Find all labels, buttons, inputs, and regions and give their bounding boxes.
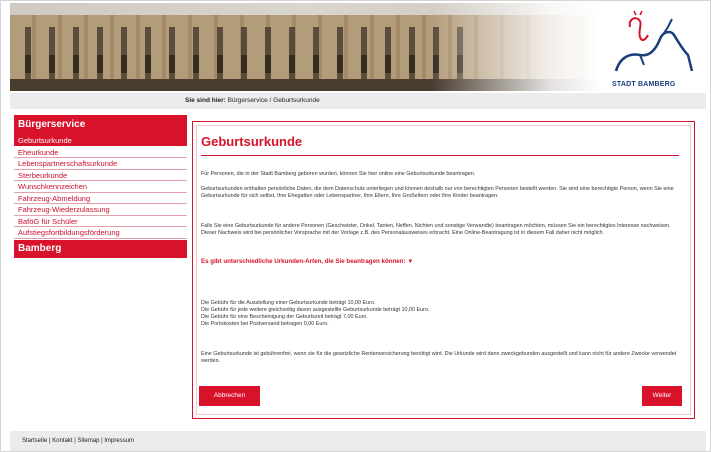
main-content-panel: Geburtsurkunde Für Personen, die in der … bbox=[192, 121, 695, 419]
footer-links[interactable]: Startseite | Kontakt | Sitemap | Impress… bbox=[10, 431, 706, 451]
sidebar-item-eheurkunde[interactable]: Eheurkunde bbox=[14, 146, 187, 158]
content-inner-border bbox=[196, 125, 691, 415]
bamberg-rider-icon bbox=[614, 10, 694, 72]
sidebar-item-aufstiegsfortbildung[interactable]: Aufstiegsfortbildungsförderung bbox=[14, 227, 187, 239]
page-frame: STADT BAMBERG Sie sind hier: Bürgerservi… bbox=[0, 0, 711, 452]
sidebar-item-geburtsurkunde[interactable]: Geburtsurkunde bbox=[14, 135, 187, 147]
breadcrumb: Sie sind hier: Bürgerservice / Geburtsur… bbox=[10, 93, 706, 109]
title-divider bbox=[201, 155, 679, 156]
sidebar-item-sterbeurkunde[interactable]: Sterbeurkunde bbox=[14, 169, 187, 181]
intro-paragraph: Für Personen, die in der Stadt Bamberg g… bbox=[201, 171, 476, 177]
stadt-bamberg-logo[interactable]: STADT BAMBERG bbox=[602, 3, 706, 91]
sidebar-nav: Bürgerservice Geburtsurkunde Eheurkunde … bbox=[14, 115, 187, 258]
sidebar-item-lebenspartnerschaftsurkunde[interactable]: Lebenspartnerschaftsurkunde bbox=[14, 158, 187, 170]
certificate-types-toggle[interactable]: Es gibt unterschiedliche Urkunden-Arten,… bbox=[201, 258, 413, 265]
sidebar-item-bamberg[interactable]: Bamberg bbox=[14, 239, 187, 258]
header-banner-image bbox=[10, 3, 602, 91]
fee-exemption-paragraph: Eine Geburtsurkunde ist gebührenfrei, we… bbox=[201, 351, 677, 364]
fee-line: Die Portokosten bei Postversand betragen… bbox=[201, 321, 329, 327]
fee-line: Die Gebühr für eine Bescheinigung der Ge… bbox=[201, 314, 368, 320]
fee-line: Die Gebühr für die Ausstellung einer Geb… bbox=[201, 300, 376, 306]
page-title: Geburtsurkunde bbox=[201, 134, 303, 149]
sidebar-item-wunschkennzeichen[interactable]: Wunschkennzeichen bbox=[14, 181, 187, 193]
sidebar-item-fahrzeug-abmeldung[interactable]: Fahrzeug-Abmeldung bbox=[14, 192, 187, 204]
logo-text: STADT BAMBERG bbox=[612, 81, 676, 88]
eligibility-paragraph: Geburtsurkunden enthalten persönliche Da… bbox=[201, 186, 674, 199]
fee-line: Die Gebühr für jede weitere gleichzeitig… bbox=[201, 307, 430, 313]
sidebar-item-fahrzeug-wiederzulassung[interactable]: Fahrzeug-Wiederzulassung bbox=[14, 204, 187, 216]
other-persons-paragraph: Falls Sie eine Geburtsurkunde für andere… bbox=[201, 223, 671, 236]
breadcrumb-label: Sie sind hier: bbox=[185, 97, 226, 104]
next-button[interactable]: Weiter bbox=[642, 386, 682, 406]
sidebar-header-buergerservice[interactable]: Bürgerservice bbox=[14, 115, 187, 135]
sidebar-item-bafoeg[interactable]: BaföG für Schüler bbox=[14, 215, 187, 227]
fees-list: Die Gebühr für die Ausstellung einer Geb… bbox=[201, 300, 661, 328]
cancel-button[interactable]: Abbrechen bbox=[199, 386, 260, 406]
breadcrumb-path[interactable]: Bürgerservice / Geburtsurkunde bbox=[228, 97, 320, 104]
